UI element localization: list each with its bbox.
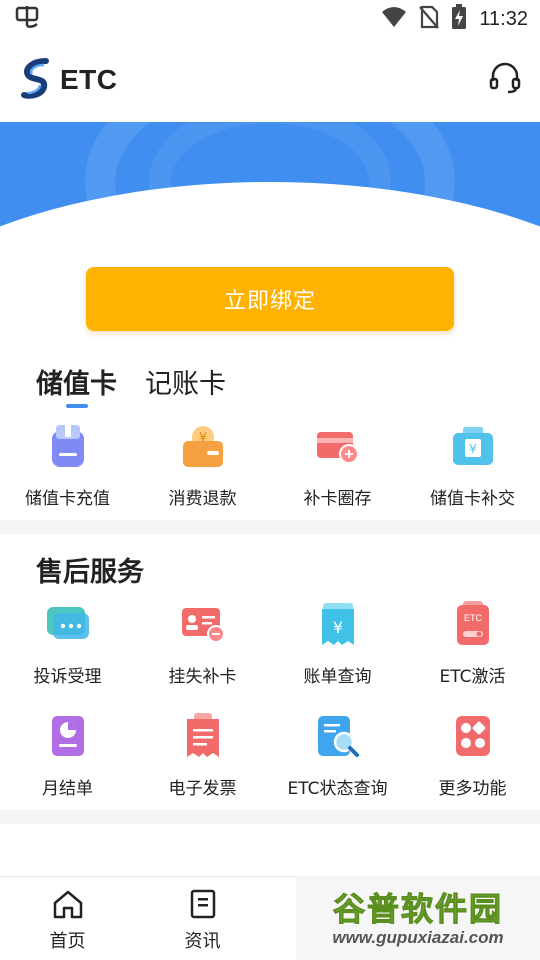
report-loss-label: 挂失补卡 <box>168 667 237 687</box>
svg-text:¥: ¥ <box>469 442 477 456</box>
nav-news-label: 资讯 <box>184 930 221 952</box>
report-loss-card-icon <box>179 600 227 648</box>
refund-wallet-icon: ¥ <box>179 422 227 470</box>
card-recharge-icon <box>44 422 92 470</box>
card-recharge-label: 储值卡充值 <box>25 489 110 509</box>
watermark-url: www.gupuxiazai.com <box>332 928 504 947</box>
complaint-button[interactable]: 投诉受理 <box>0 600 135 687</box>
status-search-icon <box>314 712 362 760</box>
service-row-1: 投诉受理 挂失补卡 ¥ 账单查询 ETC ETC激活 <box>0 600 540 687</box>
section-title: 售后服务 <box>36 557 144 588</box>
card-section: 储值卡 记账卡 储值卡充值 ¥ 消费退款 补卡圈存 ¥ 储值卡补交 <box>0 342 540 520</box>
card-payment-button[interactable]: ¥ 储值卡补交 <box>405 422 540 509</box>
status-bar: 11:32 <box>0 0 540 38</box>
battery-charging-icon <box>451 4 467 34</box>
card-reissue-load-button[interactable]: 补卡圈存 <box>270 422 405 509</box>
tab-stored-value-card[interactable]: 储值卡 <box>36 362 117 401</box>
after-sales-section: 售后服务 投诉受理 挂失补卡 ¥ 账单查询 ETC ETC激活 月结单 电子发票… <box>0 534 540 810</box>
e-invoice-button[interactable]: 电子发票 <box>135 712 270 799</box>
refund-label: 消费退款 <box>168 489 237 509</box>
monthly-statement-icon <box>44 712 92 760</box>
hero-banner: 绑定徽通卡 立即绑定 <box>0 122 540 342</box>
etc-logo-icon <box>20 57 52 103</box>
bug-icon <box>14 4 40 34</box>
tab-credit-card[interactable]: 记账卡 <box>145 362 226 401</box>
card-add-icon <box>314 422 362 470</box>
card-actions-row: 储值卡充值 ¥ 消费退款 补卡圈存 ¥ 储值卡补交 <box>0 422 540 509</box>
card-payment-icon: ¥ <box>449 422 497 470</box>
monthly-statement-label: 月结单 <box>42 779 93 799</box>
e-invoice-label: 电子发票 <box>168 779 237 799</box>
hero-title: 绑定徽通卡 <box>174 193 365 234</box>
e-invoice-icon <box>179 712 227 760</box>
etc-status-query-button[interactable]: ETC状态查询 <box>270 712 405 799</box>
brand-name: ETC <box>60 64 118 95</box>
brand: ETC <box>20 57 118 103</box>
svg-text:ETC: ETC <box>464 613 483 623</box>
bind-now-button[interactable]: 立即绑定 <box>86 267 454 331</box>
home-icon <box>52 889 84 923</box>
nav-home[interactable]: 首页 <box>0 877 135 960</box>
etc-activate-icon: ETC <box>449 600 497 648</box>
news-icon <box>189 889 217 923</box>
complaint-chat-icon <box>44 600 92 648</box>
headset-icon[interactable] <box>488 61 522 99</box>
more-functions-icon <box>449 712 497 760</box>
etc-activate-button[interactable]: ETC ETC激活 <box>405 600 540 687</box>
more-functions-label: 更多功能 <box>438 779 507 799</box>
nav-news[interactable]: 资讯 <box>135 877 270 960</box>
app-header: ETC <box>0 38 540 122</box>
card-tabs: 储值卡 记账卡 <box>36 362 226 401</box>
tab-indicator <box>66 404 88 408</box>
watermark-title: 谷普软件园 <box>332 890 503 929</box>
blank-panel <box>0 824 540 876</box>
etc-activate-label: ETC激活 <box>439 667 506 687</box>
refund-button[interactable]: ¥ 消费退款 <box>135 422 270 509</box>
complaint-label: 投诉受理 <box>33 667 102 687</box>
no-sim-icon <box>419 5 440 33</box>
card-payment-label: 储值卡补交 <box>430 489 515 509</box>
more-functions-button[interactable]: 更多功能 <box>405 712 540 799</box>
card-recharge-button[interactable]: 储值卡充值 <box>0 422 135 509</box>
etc-status-query-label: ETC状态查询 <box>287 779 388 799</box>
report-loss-button[interactable]: 挂失补卡 <box>135 600 270 687</box>
bill-icon: ¥ <box>314 600 362 648</box>
status-time: 11:32 <box>479 7 528 30</box>
wifi-icon <box>381 6 407 32</box>
bill-query-button[interactable]: ¥ 账单查询 <box>270 600 405 687</box>
app-screen: 11:32 ETC 绑定徽通卡 立即绑定 储值卡 记账卡 储值卡充值 ¥ 消费退… <box>0 0 540 960</box>
bill-query-label: 账单查询 <box>303 667 372 687</box>
svg-text:¥: ¥ <box>332 618 342 637</box>
monthly-statement-button[interactable]: 月结单 <box>0 712 135 799</box>
card-reissue-load-label: 补卡圈存 <box>303 489 372 509</box>
service-row-2: 月结单 电子发票 ETC状态查询 更多功能 <box>0 712 540 799</box>
nav-home-label: 首页 <box>49 930 86 952</box>
